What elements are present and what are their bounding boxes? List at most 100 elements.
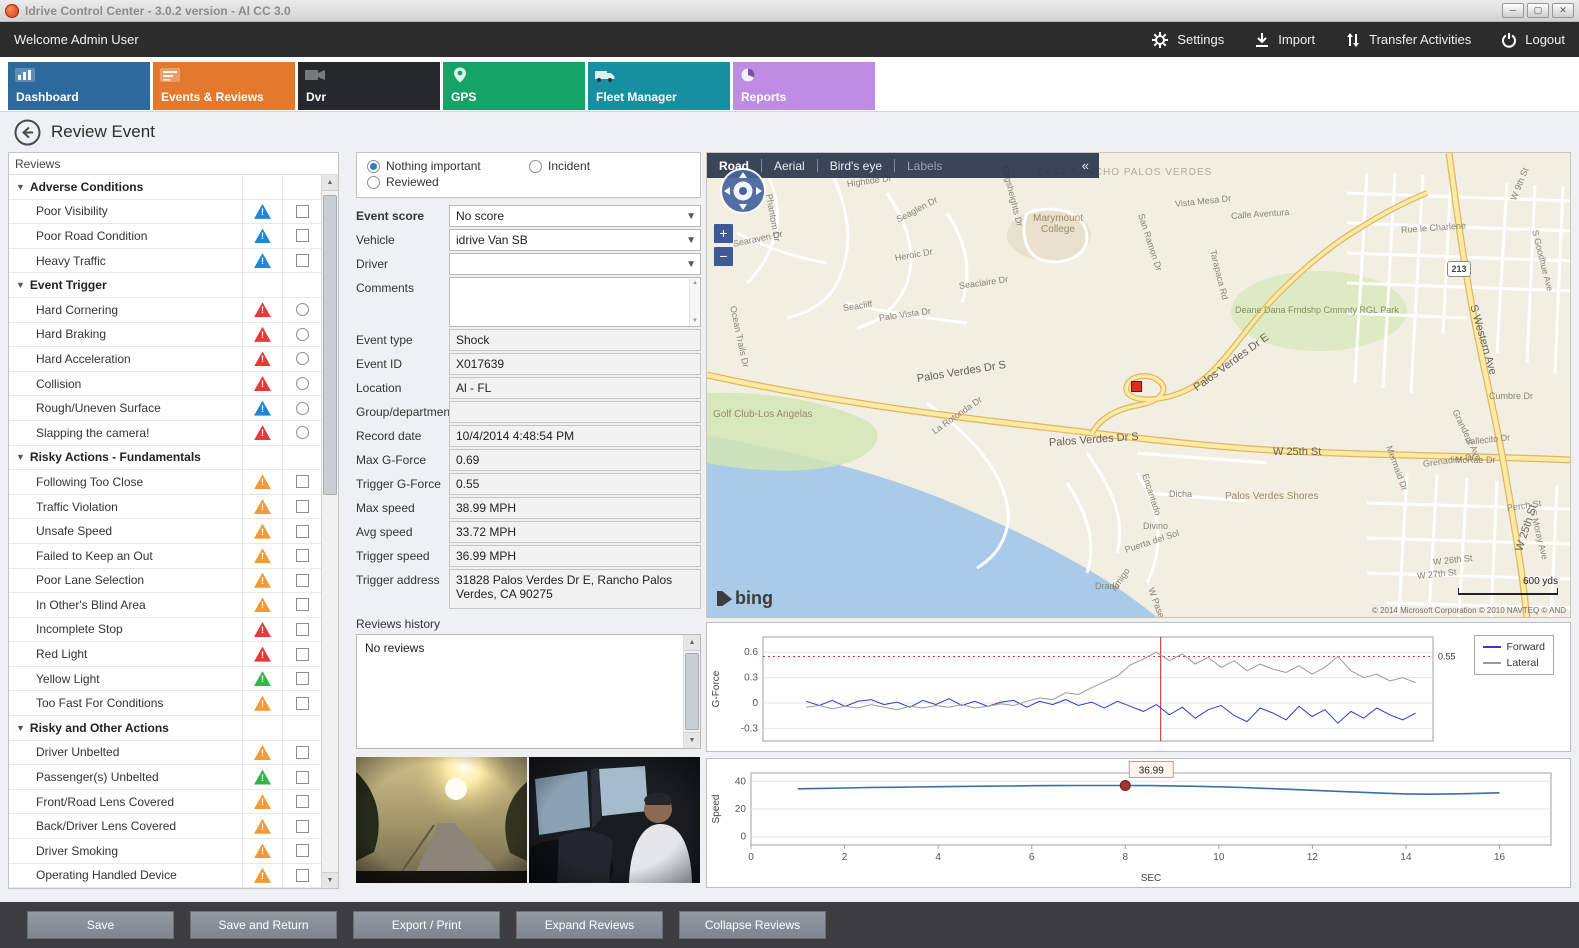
tab-gps[interactable]: GPS [443, 62, 585, 110]
status-radio[interactable] [367, 160, 380, 173]
map-panel[interactable]: EAST RANCHO PALOS VERDESMarymount Colleg… [706, 152, 1571, 618]
close-button[interactable]: ✕ [1552, 3, 1574, 18]
transfer-activities-button[interactable]: Transfer Activities [1345, 32, 1471, 48]
review-item-row[interactable]: Yellow Light! [9, 667, 321, 692]
review-item-row[interactable]: Driver Unbelted! [9, 741, 321, 766]
collapse-arrow-icon[interactable]: ▼ [16, 182, 25, 192]
map-view-labels[interactable]: Labels [895, 159, 954, 173]
status-option-nothing-important[interactable]: Nothing important [367, 159, 517, 173]
review-item-row[interactable]: Poor Road Condition! [9, 224, 321, 249]
review-group-row[interactable]: ▼Risky and Other Actions [9, 716, 321, 741]
textarea-scrollbar[interactable]: ▲▼ [689, 278, 700, 326]
map-view-aerial[interactable]: Aerial [762, 159, 817, 173]
scroll-up-icon[interactable]: ▲ [322, 175, 338, 191]
review-checkbox[interactable] [296, 205, 309, 218]
map-view-bird-s-eye[interactable]: Bird's eye [818, 159, 894, 173]
review-checkbox[interactable] [296, 844, 309, 857]
review-item-row[interactable]: Failed to Keep an Out! [9, 544, 321, 569]
review-radio[interactable] [296, 303, 309, 316]
review-item-row[interactable]: Slapping the camera!! [9, 421, 321, 446]
collapse-arrow-icon[interactable]: ▼ [16, 280, 25, 290]
review-item-row[interactable]: Incomplete Stop! [9, 618, 321, 643]
tab-dvr[interactable]: Dvr [298, 62, 440, 110]
review-checkbox[interactable] [296, 254, 309, 267]
scrollbar-thumb[interactable] [323, 195, 337, 495]
review-item-row[interactable]: Operating Handled Device! [9, 864, 321, 888]
review-item-row[interactable]: Hard Cornering! [9, 298, 321, 323]
review-item-row[interactable]: Unsafe Speed! [9, 519, 321, 544]
collapse-arrow-icon[interactable]: ▼ [16, 452, 25, 462]
review-item-row[interactable]: In Other's Blind Area! [9, 593, 321, 618]
review-checkbox[interactable] [296, 623, 309, 636]
review-checkbox[interactable] [296, 229, 309, 242]
import-button[interactable]: Import [1254, 32, 1315, 48]
map-collapse-button[interactable]: « [1072, 158, 1099, 173]
status-option-reviewed[interactable]: Reviewed [367, 175, 517, 189]
review-checkbox[interactable] [296, 500, 309, 513]
review-group-row[interactable]: ▼Adverse Conditions [9, 175, 321, 200]
review-checkbox[interactable] [296, 574, 309, 587]
collapse-reviews-button[interactable]: Collapse Reviews [679, 911, 826, 939]
maximize-button[interactable]: ▢ [1527, 3, 1549, 18]
save-and-return-button[interactable]: Save and Return [190, 911, 337, 939]
tab-reports[interactable]: Reports [733, 62, 875, 110]
reviews-history-listbox[interactable]: No reviews ▲ ▼ [356, 634, 701, 749]
zoom-in-button[interactable]: + [713, 223, 734, 244]
map-compass[interactable] [719, 167, 767, 218]
tab-events-reviews[interactable]: Events & Reviews [153, 62, 295, 110]
review-group-row[interactable]: ▼Risky Actions - Fundamentals [9, 446, 321, 471]
expand-reviews-button[interactable]: Expand Reviews [516, 911, 663, 939]
collapse-arrow-icon[interactable]: ▼ [16, 723, 25, 733]
review-item-row[interactable]: Hard Braking! [9, 323, 321, 348]
event-score-select[interactable]: No score▼ [449, 205, 701, 227]
review-checkbox[interactable] [296, 795, 309, 808]
review-item-row[interactable]: Back/Driver Lens Covered! [9, 814, 321, 839]
review-radio[interactable] [296, 328, 309, 341]
review-item-row[interactable]: Traffic Violation! [9, 495, 321, 520]
review-checkbox[interactable] [296, 475, 309, 488]
tab-fleet-manager[interactable]: Fleet Manager [588, 62, 730, 110]
reviews-scrollbar[interactable]: ▲ ▼ [321, 175, 338, 888]
tab-dashboard[interactable]: Dashboard [8, 62, 150, 110]
zoom-out-button[interactable]: − [713, 246, 734, 267]
review-item-row[interactable]: Following Too Close! [9, 470, 321, 495]
comments-textarea[interactable]: ▲▼ [449, 277, 701, 327]
minimize-button[interactable]: ─ [1502, 3, 1524, 18]
review-item-row[interactable]: Driver Smoking! [9, 839, 321, 864]
save-button[interactable]: Save [27, 911, 174, 939]
logout-button[interactable]: Logout [1501, 32, 1565, 48]
review-checkbox[interactable] [296, 549, 309, 562]
review-item-row[interactable]: Rough/Uneven Surface! [9, 396, 321, 421]
scroll-down-icon[interactable]: ▼ [322, 872, 338, 888]
driver-select[interactable]: ▼ [449, 253, 701, 275]
status-radio[interactable] [367, 176, 380, 189]
review-checkbox[interactable] [296, 697, 309, 710]
review-item-row[interactable]: Heavy Traffic! [9, 249, 321, 274]
review-checkbox[interactable] [296, 648, 309, 661]
review-checkbox[interactable] [296, 820, 309, 833]
vehicle-select[interactable]: idrive Van SB▼ [449, 229, 701, 251]
event-location-marker[interactable] [1131, 381, 1142, 392]
review-item-row[interactable]: Hard Acceleration! [9, 347, 321, 372]
review-radio[interactable] [296, 402, 309, 415]
review-checkbox[interactable] [296, 525, 309, 538]
front-camera-thumbnail[interactable] [356, 757, 527, 883]
review-item-row[interactable]: Poor Visibility! [9, 200, 321, 225]
review-item-row[interactable]: Passenger(s) Unbelted! [9, 765, 321, 790]
review-item-row[interactable]: Collision! [9, 372, 321, 397]
review-item-row[interactable]: Front/Road Lens Covered! [9, 790, 321, 815]
review-item-row[interactable]: Red Light! [9, 642, 321, 667]
review-item-row[interactable]: Poor Lane Selection! [9, 569, 321, 594]
review-checkbox[interactable] [296, 869, 309, 882]
review-checkbox[interactable] [296, 598, 309, 611]
back-button[interactable] [14, 119, 41, 146]
scroll-down-icon[interactable]: ▼ [684, 732, 700, 748]
driver-camera-thumbnail[interactable] [529, 757, 700, 883]
settings-button[interactable]: Settings [1151, 31, 1224, 49]
status-option-incident[interactable]: Incident [529, 159, 679, 173]
reviews-history-scrollbar[interactable]: ▲ ▼ [683, 635, 700, 748]
review-item-row[interactable]: Too Fast For Conditions! [9, 691, 321, 716]
review-group-row[interactable]: ▼Event Trigger [9, 273, 321, 298]
scroll-up-icon[interactable]: ▲ [684, 635, 700, 651]
review-checkbox[interactable] [296, 771, 309, 784]
